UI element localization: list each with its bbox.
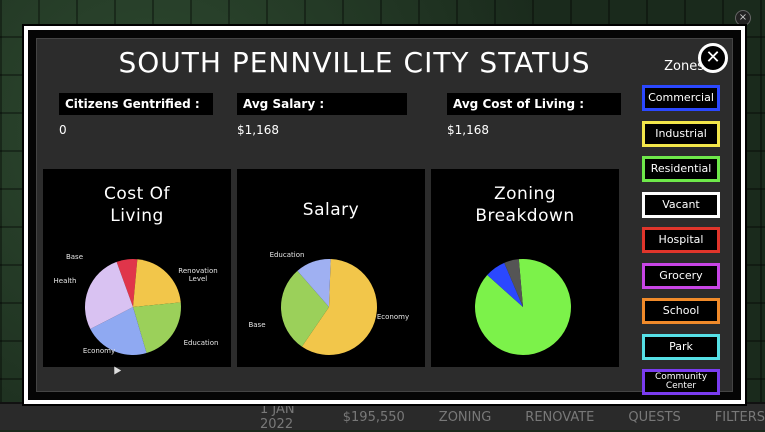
zone-button-vacant[interactable]: Vacant (642, 192, 720, 218)
zone-button-school[interactable]: School (642, 298, 720, 324)
avg-cost-of-living-label: Avg Cost of Living : (447, 93, 621, 115)
dialog-title: SOUTH PENNVILLE CITY STATUS (118, 46, 591, 79)
pie-label-education: Education (270, 251, 305, 259)
zoning-button[interactable]: ZONING (439, 410, 492, 425)
renovate-button[interactable]: RENOVATE (525, 410, 594, 425)
zoning-breakdown-pie (475, 259, 571, 355)
zone-button-hospital[interactable]: Hospital (642, 227, 720, 253)
zone-button-commercial[interactable]: Commercial (642, 85, 720, 111)
zone-button-community-center[interactable]: Community Center (642, 369, 720, 395)
money-display: $195,550 (342, 409, 405, 425)
date-display: 1 JAN 2022 (260, 402, 295, 432)
pie-label-renovation-level: Renovation Level (178, 267, 217, 283)
citizens-gentrified-value: 0 (59, 123, 67, 137)
pie-slice-renovation-level (133, 259, 181, 307)
citizens-gentrified-label: Citizens Gentrified : (59, 93, 213, 115)
zone-button-industrial[interactable]: Industrial (642, 121, 720, 147)
pie-label-economy: Economy (83, 347, 115, 355)
avg-salary-value: $1,168 (237, 123, 279, 137)
pie-label-base: Base (66, 253, 83, 261)
pie-label-economy: Economy (377, 313, 409, 321)
avg-salary-label: Avg Salary : (237, 93, 407, 115)
quests-button[interactable]: QUESTS (628, 410, 680, 425)
bottom-toolbar: 1 JAN 2022 $195,550 ZONING RENOVATE QUES… (0, 402, 765, 432)
pie-label-health: Health (54, 277, 77, 285)
close-button[interactable]: ✕ (698, 43, 728, 73)
hud-close-icon[interactable]: × (735, 10, 751, 26)
zone-button-park[interactable]: Park (642, 334, 720, 360)
salary-panel: Salary Education Economy Base (237, 169, 425, 367)
zone-button-residential[interactable]: Residential (642, 156, 720, 182)
dialog-body: SOUTH PENNVILLE CITY STATUS Zones ✕ Citi… (36, 38, 733, 395)
salary-pie: Education Economy Base (248, 251, 409, 355)
avg-cost-of-living-value: $1,168 (447, 123, 489, 137)
filters-button[interactable]: FILTERS (715, 410, 765, 425)
pie-label-education: Education (184, 339, 219, 347)
cost-of-living-panel: Cost Of Living Base Renovation Level Educat… (43, 169, 231, 367)
pie-label-base: Base (248, 321, 265, 329)
zoning-breakdown-panel: Zoning Breakdown (431, 169, 619, 367)
city-status-dialog: SOUTH PENNVILLE CITY STATUS Zones ✕ Citi… (22, 24, 747, 406)
cost-of-living-pie: Base Renovation Level Education Economy Healt… (54, 253, 219, 355)
zone-button-grocery[interactable]: Grocery (642, 263, 720, 289)
